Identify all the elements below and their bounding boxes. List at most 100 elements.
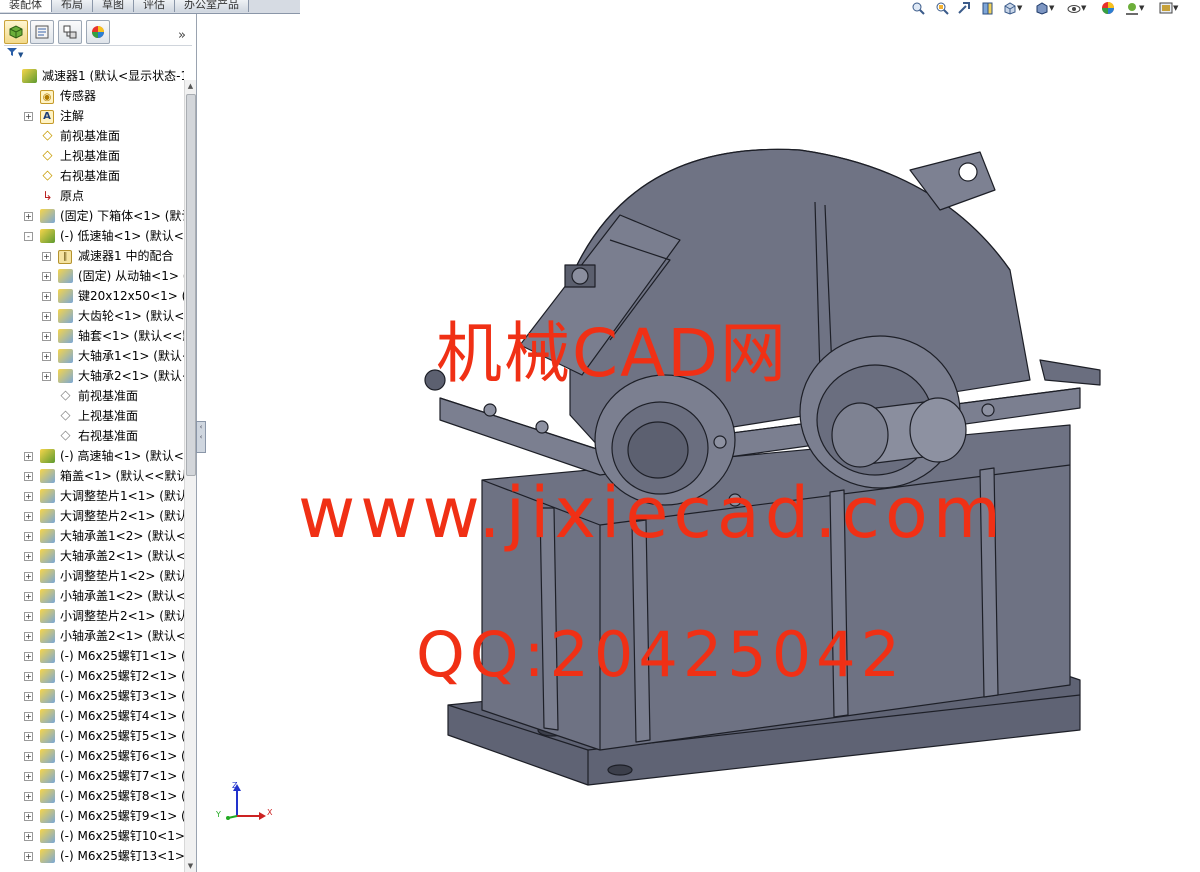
tree-item[interactable]: ◇ 上视基准面 bbox=[0, 146, 184, 166]
tree-item[interactable]: + 小轴承盖2<1> (默认<<默 bbox=[0, 626, 184, 646]
tree-item[interactable]: + A 注解 bbox=[0, 106, 184, 126]
scroll-up-arrow[interactable]: ▲ bbox=[186, 81, 195, 91]
tree-item[interactable]: ↳ 原点 bbox=[0, 186, 184, 206]
tree-item[interactable]: + 大轴承2<1> (默认<< bbox=[0, 366, 184, 386]
tree-item[interactable]: + ∥ 减速器1 中的配合 bbox=[0, 246, 184, 266]
expand-toggle-icon[interactable]: + bbox=[42, 252, 51, 261]
tree-item[interactable]: + 大调整垫片1<1> (默认< bbox=[0, 486, 184, 506]
expand-toggle-icon[interactable]: + bbox=[24, 612, 33, 621]
tree-item[interactable]: + 小调整垫片1<2> (默认< bbox=[0, 566, 184, 586]
expand-toggle-icon[interactable]: + bbox=[24, 752, 33, 761]
tree-item[interactable]: + (-) M6x25螺钉6<1> (默认 bbox=[0, 746, 184, 766]
expand-toggle-icon[interactable]: + bbox=[24, 532, 33, 541]
expand-toggle-icon[interactable]: + bbox=[24, 692, 33, 701]
expand-panel-icon[interactable]: » bbox=[178, 28, 186, 43]
expand-toggle-icon[interactable]: + bbox=[24, 212, 33, 221]
expand-toggle-icon[interactable]: + bbox=[24, 592, 33, 601]
expand-toggle-icon[interactable]: + bbox=[24, 632, 33, 641]
tree-item[interactable]: + (-) M6x25螺钉1<1> (默认 bbox=[0, 646, 184, 666]
filter-icon[interactable]: ▼ bbox=[7, 47, 31, 61]
collapse-toggle-icon[interactable]: - bbox=[24, 232, 33, 241]
tree-item[interactable]: + (-) M6x25螺钉4<1> (默认 bbox=[0, 706, 184, 726]
tree-item[interactable]: + 大轴承盖1<2> (默认<<默 bbox=[0, 526, 184, 546]
gear-reducer-model[interactable] bbox=[420, 130, 1120, 800]
tab-assembly[interactable]: 装配体 bbox=[0, 0, 52, 12]
expand-toggle-icon[interactable]: + bbox=[24, 572, 33, 581]
expand-toggle-icon[interactable]: + bbox=[42, 272, 51, 281]
display-manager-icon[interactable] bbox=[86, 20, 110, 44]
tree-item[interactable]: + (-) M6x25螺钉13<1> (默 bbox=[0, 846, 184, 866]
tree-item-label: (-) M6x25螺钉7<1> (默认 bbox=[60, 769, 184, 783]
previous-view-icon[interactable] bbox=[956, 1, 972, 16]
expand-toggle-icon[interactable]: + bbox=[24, 792, 33, 801]
tree-item[interactable]: + 大轴承盖2<1> (默认<<默 bbox=[0, 546, 184, 566]
view-settings-icon[interactable]: ▼ bbox=[1158, 1, 1178, 16]
expand-toggle-icon[interactable]: + bbox=[42, 332, 51, 341]
tree-item[interactable]: + 箱盖<1> (默认<<默认>_ bbox=[0, 466, 184, 486]
expand-toggle-icon[interactable]: + bbox=[24, 452, 33, 461]
expand-toggle-icon[interactable]: + bbox=[24, 772, 33, 781]
tree-item[interactable]: + (固定) 下箱体<1> (默认< bbox=[0, 206, 184, 226]
expand-toggle-icon[interactable]: + bbox=[42, 352, 51, 361]
panel-tab-icons: » bbox=[0, 20, 196, 44]
expand-toggle-icon[interactable]: + bbox=[24, 832, 33, 841]
expand-toggle-icon[interactable]: + bbox=[24, 492, 33, 501]
tree-scrollbar[interactable]: ▲ ▼ bbox=[184, 80, 196, 872]
tree-item[interactable]: + 大轴承1<1> (默认<< bbox=[0, 346, 184, 366]
display-style-icon[interactable]: ▼ bbox=[1034, 1, 1054, 16]
tree-item[interactable]: 减速器1 (默认<显示状态-1> bbox=[0, 66, 184, 86]
expand-toggle-icon[interactable]: + bbox=[42, 292, 51, 301]
tree-item[interactable]: + (-) M6x25螺钉5<1> (默认 bbox=[0, 726, 184, 746]
feature-manager-icon[interactable] bbox=[4, 20, 28, 44]
tree-item[interactable]: + (-) M6x25螺钉3<1> (默认 bbox=[0, 686, 184, 706]
expand-toggle-icon[interactable]: + bbox=[42, 312, 51, 321]
tree-item[interactable]: + (固定) 从动轴<1> (默认 bbox=[0, 266, 184, 286]
tree-item[interactable]: + (-) 高速轴<1> (默认<显示 bbox=[0, 446, 184, 466]
expand-toggle-icon[interactable]: + bbox=[24, 512, 33, 521]
tree-item[interactable]: ◇ 上视基准面 bbox=[0, 406, 184, 426]
scrollbar-thumb[interactable] bbox=[186, 94, 196, 476]
tree-item[interactable]: ◉ 传感器 bbox=[0, 86, 184, 106]
configuration-manager-icon[interactable] bbox=[58, 20, 82, 44]
tree-item[interactable]: ◇ 右视基准面 bbox=[0, 426, 184, 446]
view-orientation-icon[interactable]: ▼ bbox=[1002, 1, 1022, 16]
expand-toggle-icon[interactable]: + bbox=[24, 812, 33, 821]
tree-item[interactable]: ◇ 前视基准面 bbox=[0, 386, 184, 406]
edit-appearance-icon[interactable] bbox=[1100, 1, 1116, 16]
scroll-down-arrow[interactable]: ▼ bbox=[186, 861, 195, 871]
tree-item[interactable]: + 小调整垫片2<1> (默认< bbox=[0, 606, 184, 626]
tree-item[interactable]: + (-) M6x25螺钉7<1> (默认 bbox=[0, 766, 184, 786]
zoom-to-fit-icon[interactable] bbox=[910, 1, 926, 16]
panel-collapse-handle[interactable]: ‹ ‹ bbox=[196, 421, 206, 453]
tab-evaluate[interactable]: 评估 bbox=[134, 0, 175, 12]
zoom-to-area-icon[interactable] bbox=[934, 1, 950, 16]
hide-show-items-icon[interactable]: ▼ bbox=[1066, 1, 1086, 16]
apply-scene-icon[interactable]: ▼ bbox=[1124, 1, 1144, 16]
expand-toggle-icon[interactable]: + bbox=[24, 112, 33, 121]
expand-toggle-icon[interactable]: + bbox=[24, 652, 33, 661]
expand-toggle-icon[interactable]: + bbox=[24, 672, 33, 681]
expand-toggle-icon[interactable]: + bbox=[42, 372, 51, 381]
tree-item[interactable]: + 大调整垫片2<1> (默认< bbox=[0, 506, 184, 526]
tree-item[interactable]: + (-) M6x25螺钉8<1> (默认 bbox=[0, 786, 184, 806]
tree-item[interactable]: + (-) M6x25螺钉9<1> (默认 bbox=[0, 806, 184, 826]
tab-sketch[interactable]: 草图 bbox=[93, 0, 134, 12]
expand-toggle-icon[interactable]: + bbox=[24, 732, 33, 741]
tree-item[interactable]: + 轴套<1> (默认<<默认 bbox=[0, 326, 184, 346]
section-view-icon[interactable] bbox=[980, 1, 996, 16]
tree-item[interactable]: ◇ 前视基准面 bbox=[0, 126, 184, 146]
tree-item[interactable]: + 键20x12x50<1> (默认 bbox=[0, 286, 184, 306]
expand-toggle-icon[interactable]: + bbox=[24, 552, 33, 561]
tree-item[interactable]: ◇ 右视基准面 bbox=[0, 166, 184, 186]
tree-item[interactable]: + (-) M6x25螺钉2<1> (默认 bbox=[0, 666, 184, 686]
tree-item[interactable]: + 大齿轮<1> (默认<<默 bbox=[0, 306, 184, 326]
tree-item[interactable]: - (-) 低速轴<1> (默认<显示 bbox=[0, 226, 184, 246]
expand-toggle-icon[interactable]: + bbox=[24, 852, 33, 861]
property-manager-icon[interactable] bbox=[30, 20, 54, 44]
tab-layout[interactable]: 布局 bbox=[52, 0, 93, 12]
expand-toggle-icon[interactable]: + bbox=[24, 472, 33, 481]
tree-item[interactable]: + (-) M6x25螺钉10<1> (默 bbox=[0, 826, 184, 846]
tab-office-products[interactable]: 办公室产品 bbox=[175, 0, 249, 12]
expand-toggle-icon[interactable]: + bbox=[24, 712, 33, 721]
tree-item[interactable]: + 小轴承盖1<2> (默认<<默 bbox=[0, 586, 184, 606]
